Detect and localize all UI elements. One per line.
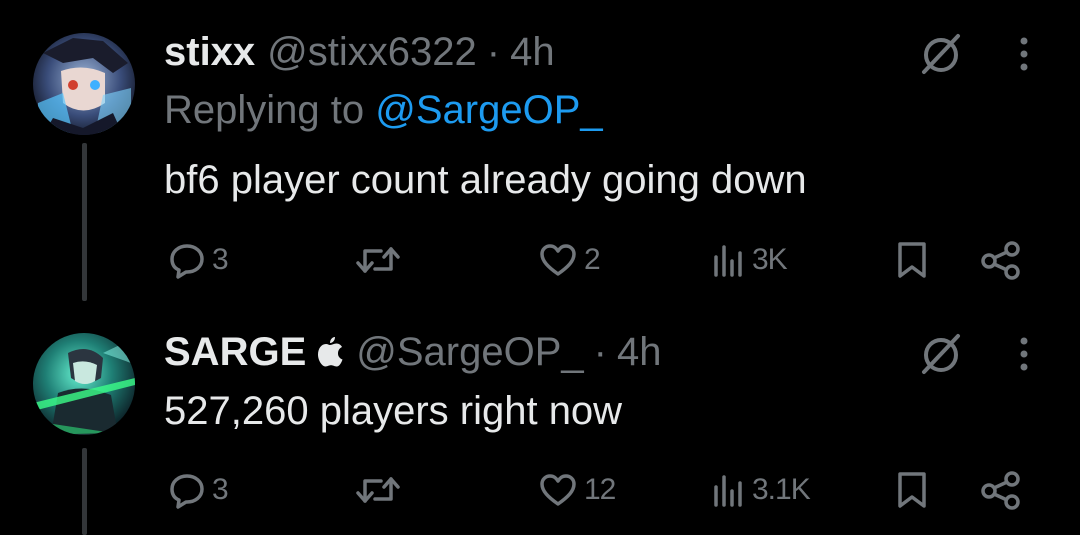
- display-name[interactable]: stixx: [164, 28, 255, 76]
- separator: ·: [486, 30, 501, 74]
- bookmark-button[interactable]: [895, 465, 929, 515]
- like-icon: [540, 474, 576, 506]
- action-bar: 3 2 3K: [0, 235, 1080, 285]
- display-name[interactable]: SARGE: [164, 328, 306, 376]
- like-icon: [540, 244, 576, 276]
- bookmark-icon: [898, 472, 926, 508]
- avatar[interactable]: [33, 333, 135, 435]
- share-button[interactable]: [980, 235, 1022, 285]
- timestamp[interactable]: 4h: [510, 28, 555, 76]
- share-icon: [981, 471, 1020, 510]
- replying-to: Replying to @SargeOP_: [164, 86, 603, 134]
- view-count: 3K: [752, 243, 788, 276]
- tweet-text: bf6 player count already going down: [164, 158, 807, 202]
- reply-button[interactable]: 3: [168, 235, 229, 285]
- timestamp[interactable]: 4h: [617, 328, 662, 376]
- more-icon[interactable]: [1014, 328, 1034, 378]
- views-icon: [714, 245, 742, 277]
- tweet[interactable]: stixx @stixx6322 · 4h Replying to @Sarge…: [0, 0, 1080, 301]
- repost-icon: [356, 247, 400, 273]
- views-button[interactable]: 3K: [712, 235, 788, 285]
- bookmark-button[interactable]: [895, 235, 929, 285]
- reply-icon: [170, 244, 204, 279]
- username[interactable]: @SargeOP_: [356, 328, 583, 376]
- tweet-header: SARGE @SargeOP_ · 4h: [164, 328, 661, 376]
- tweet-text: 527,260 players right now: [164, 389, 623, 433]
- bookmark-icon: [898, 242, 926, 278]
- view-count: 3.1K: [752, 473, 811, 506]
- avatar[interactable]: [33, 33, 135, 135]
- grok-icon[interactable]: [916, 328, 966, 378]
- more-icon[interactable]: [1014, 28, 1034, 78]
- separator: ·: [593, 330, 607, 374]
- tweet-header: stixx @stixx6322 · 4h: [164, 28, 555, 76]
- apple-icon: [318, 337, 343, 367]
- replying-to-label: Replying to: [164, 88, 365, 132]
- views-icon: [714, 475, 742, 507]
- reply-button[interactable]: 3: [168, 465, 229, 515]
- like-button[interactable]: 2: [538, 235, 601, 285]
- repost-icon: [356, 477, 400, 503]
- like-count: 2: [584, 243, 601, 276]
- share-icon: [981, 241, 1020, 280]
- tweet[interactable]: SARGE @SargeOP_ · 4h 527,260 players rig…: [0, 300, 1080, 535]
- views-button[interactable]: 3.1K: [712, 465, 811, 515]
- grok-icon[interactable]: [916, 28, 966, 78]
- action-bar: 3 12 3.1K: [0, 465, 1080, 515]
- reply-icon: [170, 474, 204, 509]
- like-count: 12: [584, 473, 616, 506]
- repost-button[interactable]: [355, 235, 407, 285]
- mention-link[interactable]: @SargeOP_: [375, 88, 602, 132]
- reply-count: 3: [212, 243, 229, 276]
- reply-count: 3: [212, 473, 229, 506]
- share-button[interactable]: [980, 465, 1022, 515]
- username[interactable]: @stixx6322: [267, 28, 477, 76]
- like-button[interactable]: 12: [538, 465, 616, 515]
- repost-button[interactable]: [355, 465, 407, 515]
